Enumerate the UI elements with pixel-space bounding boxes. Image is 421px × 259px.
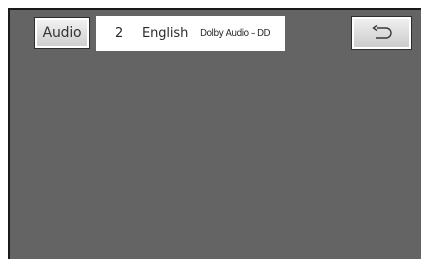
audio-language: English — [142, 26, 189, 41]
audio-format: Dolby Audio – DD — [200, 28, 271, 39]
audio-button[interactable]: Audio — [34, 17, 90, 49]
audio-button-label: Audio — [42, 25, 82, 41]
audio-track-number: 2 — [115, 26, 124, 41]
audio-track-info-panel: 2 English Dolby Audio – DD — [96, 16, 285, 51]
back-button[interactable] — [351, 16, 412, 50]
return-arrow-icon — [371, 25, 393, 41]
